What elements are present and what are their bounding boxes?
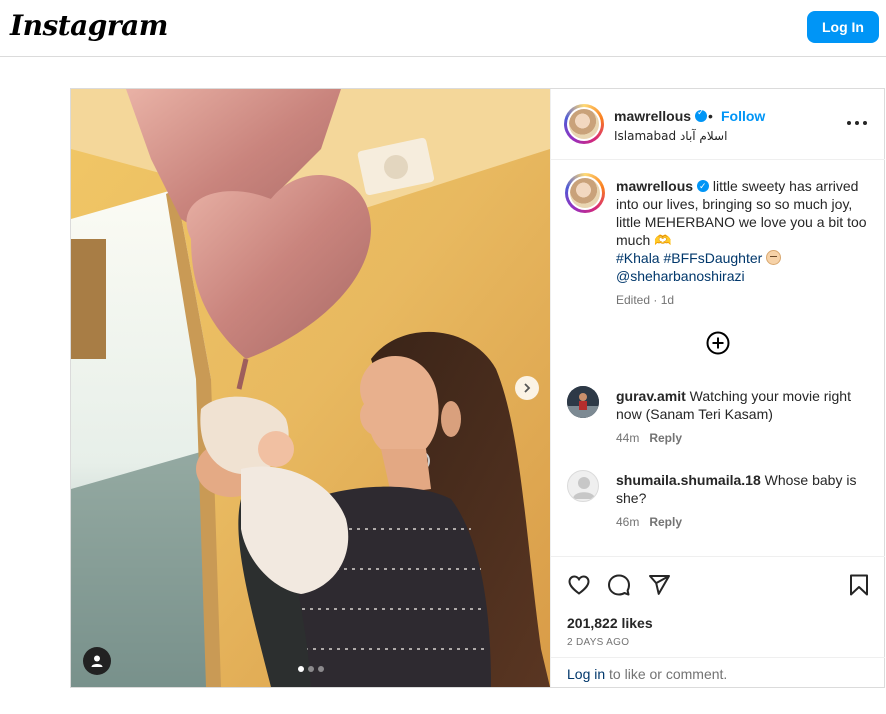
login-link[interactable]: Log in	[567, 666, 605, 682]
user-tag-button[interactable]	[83, 647, 111, 675]
header-separator: •	[708, 108, 713, 124]
reply-button[interactable]: Reply	[649, 431, 682, 445]
post-actions: 201,822 likes 2 DAYS AGO Log in to like …	[551, 556, 885, 686]
top-bar: Instagram Log In	[0, 0, 886, 57]
baby-emoji-icon	[766, 250, 782, 265]
post-header: mawrellous • Follow Islamabad اسلام آباد	[551, 89, 885, 160]
carousel-dot	[318, 666, 324, 672]
default-avatar-icon	[573, 477, 595, 499]
commenter-avatar[interactable]	[567, 386, 599, 418]
commenter-photo	[567, 386, 599, 418]
caption-meta: Edited · 1d	[616, 293, 675, 307]
reply-button[interactable]: Reply	[649, 515, 682, 529]
comment-time: 44m	[616, 431, 640, 445]
comment-icon[interactable]	[607, 573, 631, 597]
author-username[interactable]: mawrellous	[614, 108, 708, 124]
post-timestamp[interactable]: 2 DAYS AGO	[567, 637, 629, 648]
follow-button[interactable]: Follow	[721, 108, 765, 124]
post-caption: mawrellous little sweety has arrived int…	[616, 177, 874, 285]
carousel-dot	[298, 666, 304, 672]
user-tag-icon	[91, 655, 103, 667]
comment-meta: 46m Reply	[616, 515, 682, 529]
login-prompt-text: to like or comment.	[605, 666, 728, 682]
post-details-panel: mawrellous • Follow Islamabad اسلام آباد…	[550, 89, 885, 687]
add-comment-icon[interactable]	[706, 331, 730, 355]
carousel-dot	[308, 666, 314, 672]
bookmark-icon[interactable]	[847, 573, 871, 597]
instagram-logo[interactable]: Instagram	[10, 9, 168, 42]
hashtag-link[interactable]: #BFFsDaughter	[663, 250, 762, 266]
comment-username[interactable]: shumaila.shumaila.18	[616, 472, 761, 488]
login-to-comment: Log in to like or comment.	[551, 657, 885, 687]
post-location[interactable]: Islamabad اسلام آباد	[614, 129, 727, 143]
author-avatar[interactable]	[564, 104, 604, 144]
next-arrow-icon	[524, 383, 531, 393]
heart-icon[interactable]	[567, 573, 591, 597]
caption-avatar[interactable]	[565, 173, 605, 213]
verified-badge-icon	[695, 108, 708, 122]
comment-body: shumaila.shumaila.18 Whose baby is she?	[616, 471, 874, 507]
caption-username[interactable]: mawrellous	[616, 178, 693, 194]
carousel-indicator	[298, 666, 324, 672]
comment-meta: 44m Reply	[616, 431, 682, 445]
next-slide-button[interactable]	[515, 376, 539, 400]
post-image[interactable]	[71, 89, 550, 687]
post-card: mawrellous • Follow Islamabad اسلام آباد…	[70, 88, 885, 688]
mention-link[interactable]: @sheharbanoshirazi	[616, 268, 745, 284]
commenter-avatar[interactable]	[567, 470, 599, 502]
comment-username[interactable]: gurav.amit	[616, 388, 686, 404]
post-photo	[71, 89, 550, 687]
hashtag-link[interactable]: #Khala	[616, 250, 660, 266]
likes-count[interactable]: 201,822 likes	[567, 615, 653, 631]
more-icon[interactable]	[847, 113, 867, 133]
login-button[interactable]: Log In	[807, 11, 879, 43]
share-icon[interactable]	[647, 573, 671, 597]
verified-badge-icon	[697, 178, 710, 196]
comment-time: 46m	[616, 515, 640, 529]
comment-body: gurav.amit Watching your movie right now…	[616, 387, 874, 423]
